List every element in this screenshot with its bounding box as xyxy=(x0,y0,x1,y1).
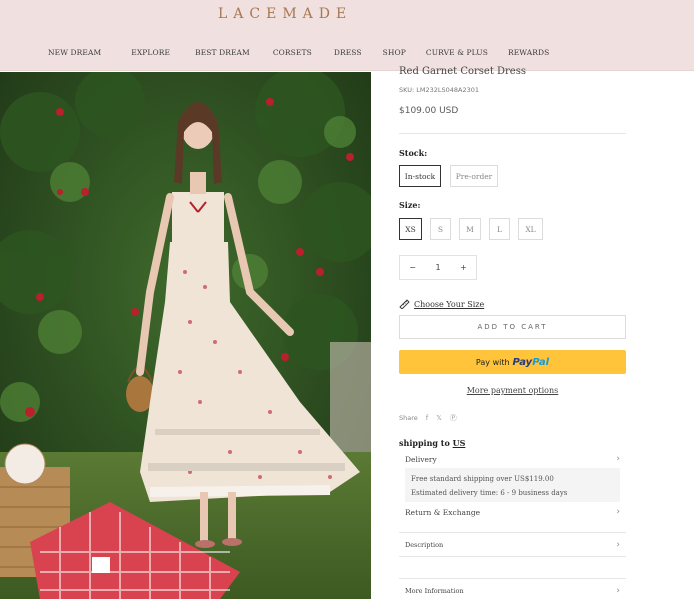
ruler-icon xyxy=(399,298,410,311)
nav-item-new-dream[interactable]: NEW DREAM xyxy=(48,48,101,57)
main-nav: NEW DREAM EXPLORE BEST DREAM CORSETS DRESS SH… xyxy=(48,48,549,57)
more-information-accordion[interactable]: More Information › xyxy=(399,584,626,598)
product-price: $109.00 USD xyxy=(399,106,459,116)
product-photo[interactable] xyxy=(0,72,371,599)
size-label: Size: xyxy=(399,200,421,210)
share-row: Share f 𝕏 Ⓟ xyxy=(399,413,457,423)
return-exchange-accordion[interactable]: Return & Exchange › xyxy=(399,505,626,519)
chevron-right-icon: › xyxy=(616,507,620,517)
divider xyxy=(399,133,626,134)
delivery-estimate-text: Estimated delivery time: 6 - 9 business … xyxy=(411,489,568,497)
paypal-logo-pay: Pay xyxy=(512,356,533,368)
product-sku: SKU: LM232LS048A2301 xyxy=(399,86,480,94)
nav-item-best-dream[interactable]: BEST DREAM xyxy=(195,48,250,57)
nav-item-curve-plus[interactable]: CURVE & PLUS xyxy=(426,48,488,57)
size-option-xl[interactable]: XL xyxy=(518,218,543,240)
brand-logo[interactable]: LACEMADE xyxy=(218,6,352,22)
divider xyxy=(399,532,626,533)
quantity-decrease-button[interactable]: − xyxy=(403,263,423,272)
quantity-increase-button[interactable]: + xyxy=(453,263,473,272)
size-option-m[interactable]: M xyxy=(459,218,481,240)
stock-option-pre-order[interactable]: Pre-order xyxy=(450,165,498,187)
more-payment-options-link[interactable]: More payment options xyxy=(399,386,626,395)
more-information-label: More Information xyxy=(405,587,464,595)
size-option-s[interactable]: S xyxy=(430,218,451,240)
chevron-right-icon: › xyxy=(616,454,620,464)
divider xyxy=(399,556,626,557)
return-exchange-label: Return & Exchange xyxy=(405,507,481,517)
size-guide-label: Choose Your Size xyxy=(414,300,485,309)
chevron-right-icon: › xyxy=(616,540,620,550)
quantity-value[interactable]: 1 xyxy=(428,263,448,272)
size-option-l[interactable]: L xyxy=(489,218,510,240)
description-accordion[interactable]: Description › xyxy=(399,538,626,552)
size-option-xs[interactable]: XS xyxy=(399,218,422,240)
delivery-label: Delivery xyxy=(405,454,437,464)
shipping-heading: shipping to US xyxy=(399,438,466,448)
size-guide-link[interactable]: Choose Your Size xyxy=(399,298,484,311)
nav-item-corsets[interactable]: CORSETS xyxy=(273,48,312,57)
quantity-stepper: − 1 + xyxy=(399,255,477,280)
stock-label: Stock: xyxy=(399,148,428,158)
nav-item-explore[interactable]: EXPLORE xyxy=(131,48,170,57)
facebook-icon[interactable]: f xyxy=(426,414,428,422)
paypal-button[interactable]: Pay with Pay Pal xyxy=(399,350,626,374)
shipping-country-link[interactable]: US xyxy=(453,438,466,448)
more-payment-label: More payment options xyxy=(466,386,559,395)
twitter-icon[interactable]: 𝕏 xyxy=(436,414,442,422)
share-label: Share xyxy=(399,414,418,422)
delivery-details: Free standard shipping over US$119.00 Es… xyxy=(405,468,620,502)
chevron-right-icon: › xyxy=(616,586,620,596)
site-header: LACEMADE NEW DREAM EXPLORE BEST DREAM CORSE… xyxy=(0,0,694,71)
product-title: Red Garnet Corset Dress xyxy=(399,66,526,77)
delivery-free-shipping-text: Free standard shipping over US$119.00 xyxy=(411,475,554,483)
nav-item-shop[interactable]: SHOP xyxy=(383,48,406,57)
nav-item-rewards[interactable]: REWARDS xyxy=(508,48,549,57)
delivery-accordion[interactable]: Delivery › xyxy=(399,452,626,466)
pinterest-icon[interactable]: Ⓟ xyxy=(450,413,457,423)
stock-option-in-stock[interactable]: In-stock xyxy=(399,165,441,187)
paypal-prefix: Pay with xyxy=(475,357,510,367)
nav-item-dress[interactable]: DRESS xyxy=(334,48,362,57)
add-to-cart-button[interactable]: ADD TO CART xyxy=(399,315,626,339)
paypal-logo-pal: Pal xyxy=(532,356,550,368)
divider xyxy=(399,578,626,579)
description-label: Description xyxy=(405,541,444,549)
